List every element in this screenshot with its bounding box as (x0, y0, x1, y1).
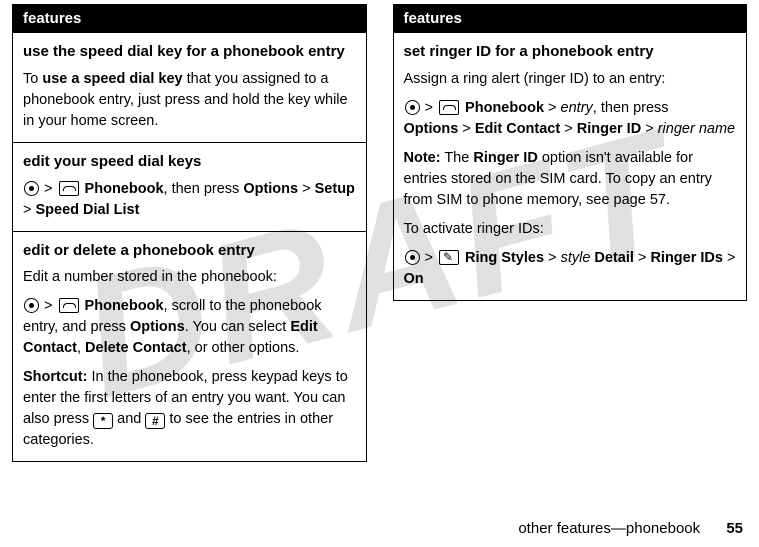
text: , (77, 340, 85, 356)
menu-on: On (404, 271, 424, 287)
row-title: edit or delete a phonebook entry (23, 240, 356, 262)
center-key-icon (24, 181, 39, 196)
shortcut-label: Shortcut: (23, 369, 87, 385)
center-key-icon (405, 100, 420, 115)
gt: > (544, 250, 561, 266)
right-column: features set ringer ID for a phonebook e… (393, 4, 748, 462)
menu-speed-dial-list: Speed Dial List (36, 202, 140, 218)
menu-phonebook: Phonebook (81, 298, 164, 314)
right-row-ringer-id: set ringer ID for a phonebook entry Assi… (393, 33, 747, 301)
menu-phonebook: Phonebook (461, 100, 544, 116)
phonebook-icon (59, 181, 79, 196)
menu-ring-styles: Ring Styles (461, 250, 544, 266)
row-title: use the speed dial key for a phonebook e… (23, 41, 356, 63)
text: and (113, 411, 145, 427)
menu-detail: Detail (590, 250, 634, 266)
text: To activate ringer IDs: (404, 219, 737, 240)
text: , then press (164, 181, 244, 197)
text: , or other options. (187, 340, 300, 356)
hash-key-icon: # (145, 413, 165, 429)
note-label: Note: (404, 150, 441, 166)
gt: > (634, 250, 651, 266)
menu-ringer-ids: Ringer IDs (650, 250, 723, 266)
gt: > (544, 100, 561, 116)
phonebook-icon (59, 298, 79, 313)
gt: > (723, 250, 736, 266)
row-title: set ringer ID for a phonebook entry (404, 41, 737, 63)
left-header: features (13, 5, 367, 33)
row-title: edit your speed dial keys (23, 151, 356, 173)
page-footer: other features—phonebook 55 (518, 520, 743, 537)
gt: > (40, 181, 57, 197)
center-key-icon (405, 250, 420, 265)
bold-text: use a speed dial key (42, 71, 182, 87)
text: Edit a number stored in the phonebook: (23, 267, 356, 288)
ringer-name-placeholder: ringer name (658, 121, 735, 137)
text: Assign a ring alert (ringer ID) to an en… (404, 69, 737, 90)
right-table: features set ringer ID for a phonebook e… (393, 4, 748, 301)
gt: > (641, 121, 658, 137)
entry-placeholder: entry (561, 100, 593, 116)
left-column: features use the speed dial key for a ph… (12, 4, 367, 462)
phonebook-icon (439, 100, 459, 115)
menu-ringer-id: Ringer ID (473, 150, 537, 166)
menu-options: Options (243, 181, 298, 197)
menu-ringer-id: Ringer ID (577, 121, 641, 137)
gt: > (298, 181, 315, 197)
center-key-icon (24, 298, 39, 313)
left-table: features use the speed dial key for a ph… (12, 4, 367, 462)
footer-text: other features—phonebook (518, 520, 700, 537)
menu-delete-contact: Delete Contact (85, 340, 187, 356)
text: To (23, 71, 42, 87)
page-columns: features use the speed dial key for a ph… (0, 0, 759, 462)
gt: > (421, 250, 438, 266)
right-header: features (393, 5, 747, 33)
text: , then press (593, 100, 669, 116)
style-placeholder: style (561, 250, 591, 266)
left-row-speed-dial-key: use the speed dial key for a phonebook e… (13, 33, 367, 143)
menu-options: Options (404, 121, 459, 137)
left-row-edit-delete-entry: edit or delete a phonebook entry Edit a … (13, 231, 367, 462)
gt: > (421, 100, 438, 116)
star-key-icon: * (93, 413, 113, 429)
gt: > (23, 202, 36, 218)
page-number: 55 (726, 520, 743, 537)
menu-setup: Setup (315, 181, 355, 197)
text: . You can select (185, 319, 291, 335)
menu-options: Options (130, 319, 185, 335)
settings-icon (439, 250, 459, 265)
gt: > (40, 298, 57, 314)
gt: > (560, 121, 577, 137)
left-row-edit-speed-dial: edit your speed dial keys > Phonebook, t… (13, 142, 367, 231)
gt: > (458, 121, 475, 137)
text: The (441, 150, 474, 166)
menu-phonebook: Phonebook (81, 181, 164, 197)
menu-edit-contact: Edit Contact (475, 121, 560, 137)
